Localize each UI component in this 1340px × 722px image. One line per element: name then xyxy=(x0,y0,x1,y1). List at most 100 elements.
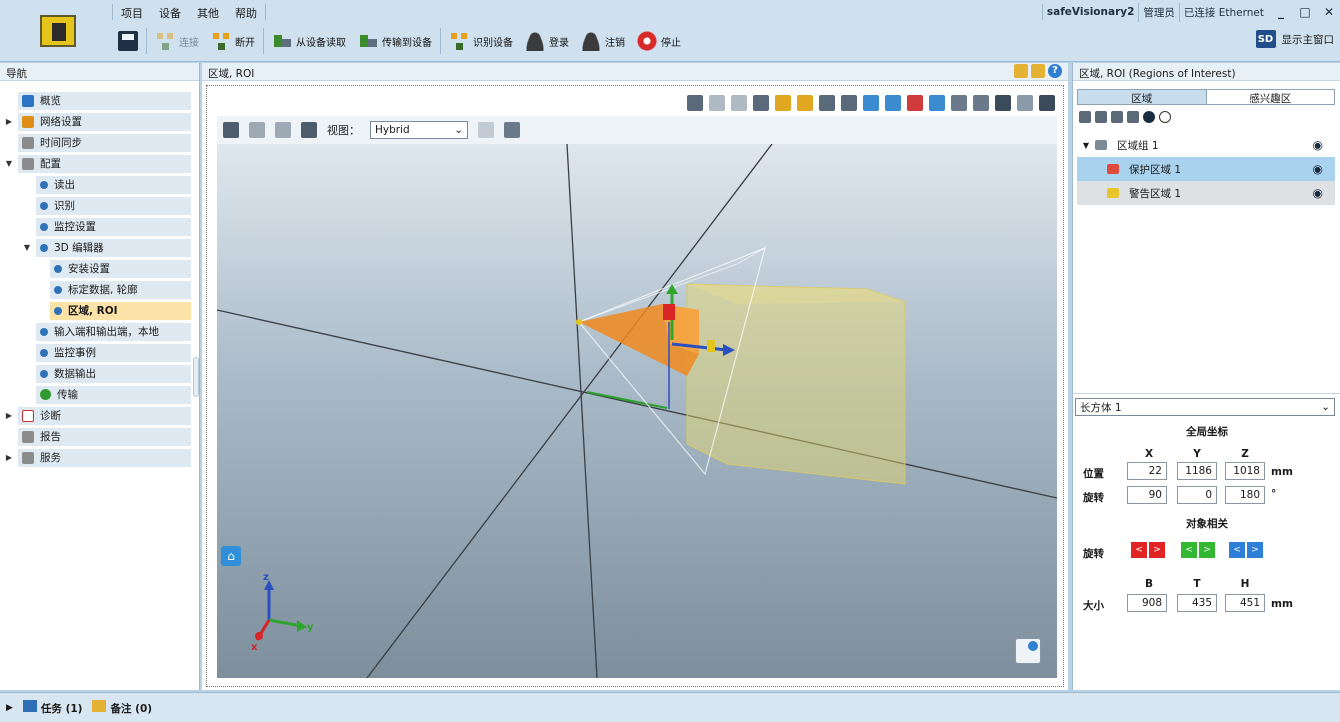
disconnect-button[interactable]: 断开 xyxy=(205,31,261,51)
maximize-button[interactable]: □ xyxy=(1294,3,1316,21)
rotate-z-right-button[interactable]: > xyxy=(1247,542,1263,558)
visibility-icon[interactable] xyxy=(1143,111,1155,123)
paint-2-icon[interactable] xyxy=(973,95,989,111)
login-button[interactable]: 登录 xyxy=(519,31,575,51)
rotate-x-right-button[interactable]: > xyxy=(1149,542,1165,558)
align-icon[interactable] xyxy=(863,95,879,111)
add-field-icon[interactable] xyxy=(1095,111,1107,123)
menu-other[interactable]: 其他 xyxy=(189,2,227,22)
nav-item-network[interactable]: ▶ 网络设置 xyxy=(0,112,191,131)
delete-icon[interactable] xyxy=(1127,111,1139,123)
transform-icon[interactable] xyxy=(907,95,923,111)
nav-item-data-output[interactable]: 数据输出 xyxy=(0,364,191,383)
show-main-window-button[interactable]: SD 显示主窗口 xyxy=(1255,30,1334,48)
expand-icon[interactable]: ▶ xyxy=(0,117,18,126)
align-2-icon[interactable] xyxy=(885,95,901,111)
tree-item-group[interactable]: ▼ 区域组 1 ◉ xyxy=(1077,133,1335,157)
expand-icon[interactable]: ▶ xyxy=(0,411,18,420)
tree-item-warning-field[interactable]: 警告区域 1 ◉ xyxy=(1077,181,1335,205)
rotate-icon[interactable] xyxy=(275,122,291,138)
rotate-y-right-button[interactable]: > xyxy=(1199,542,1215,558)
position-y-input[interactable]: 1186 xyxy=(1177,462,1217,480)
nav-item-report[interactable]: 报告 xyxy=(0,427,191,446)
expand-icon[interactable]: ▶ xyxy=(0,453,18,462)
nav-item-identify[interactable]: 识别 xyxy=(0,196,191,215)
redo-icon[interactable] xyxy=(709,95,725,111)
rotation-y-input[interactable]: 0 xyxy=(1177,486,1217,504)
cube-view-icon[interactable] xyxy=(1017,95,1033,111)
eye-icon[interactable]: ◉ xyxy=(1313,162,1323,176)
tab-fields[interactable]: 区域 xyxy=(1078,90,1207,105)
rotate-x-left-button[interactable]: < xyxy=(1131,542,1147,558)
nav-item-transfer[interactable]: 传输 xyxy=(0,385,191,404)
info-cursor-button[interactable] xyxy=(1015,638,1041,664)
paint-icon[interactable] xyxy=(951,95,967,111)
nav-item-diagnostics[interactable]: ▶ 诊断 xyxy=(0,406,191,425)
tasks-button[interactable]: 任务 (1) xyxy=(22,699,82,716)
nav-item-installation[interactable]: 安装设置 xyxy=(0,259,191,278)
size-t-input[interactable]: 435 xyxy=(1177,594,1217,612)
rotation-z-input[interactable]: 180 xyxy=(1225,486,1265,504)
collapse-icon[interactable]: ▼ xyxy=(1077,141,1095,150)
pan-icon[interactable] xyxy=(249,122,265,138)
frame-icon[interactable] xyxy=(819,95,835,111)
camera-icon[interactable] xyxy=(1039,95,1055,111)
wrench-icon[interactable] xyxy=(753,95,769,111)
palette-icon[interactable] xyxy=(478,122,494,138)
nav-item-calibration[interactable]: 标定数据, 轮廓 xyxy=(0,280,191,299)
rotation-x-input[interactable]: 90 xyxy=(1127,486,1167,504)
minimize-button[interactable]: _ xyxy=(1270,3,1292,21)
transfer-to-device-button[interactable]: 传输到设备 xyxy=(352,31,438,51)
add-group-icon[interactable] xyxy=(1079,111,1091,123)
eye-icon[interactable]: ◉ xyxy=(1313,138,1323,152)
nav-item-service[interactable]: ▶ 服务 xyxy=(0,448,191,467)
panel-resize-handle[interactable] xyxy=(193,357,199,397)
nav-item-monitoring-settings[interactable]: 监控设置 xyxy=(0,217,191,236)
shape-select[interactable]: 长方体 1 ⌄ xyxy=(1075,398,1335,416)
note-edit-icon[interactable] xyxy=(1031,64,1045,78)
transform-2-icon[interactable] xyxy=(929,95,945,111)
expand-icon[interactable]: ▶ xyxy=(6,703,13,713)
stop-button[interactable]: 停止 xyxy=(631,31,687,51)
position-x-input[interactable]: 22 xyxy=(1127,462,1167,480)
read-from-device-button[interactable]: 从设备读取 xyxy=(266,31,352,51)
rotate-y-left-button[interactable]: < xyxy=(1181,542,1197,558)
zoom-icon[interactable] xyxy=(301,122,317,138)
identify-device-button[interactable]: 识别设备 xyxy=(443,31,519,51)
nav-item-overview[interactable]: 概览 xyxy=(0,91,191,110)
menu-device[interactable]: 设备 xyxy=(151,2,189,22)
collapse-icon[interactable]: ▼ xyxy=(0,159,18,168)
home-view-button[interactable]: ⌂ xyxy=(221,546,241,566)
nav-item-fields-roi[interactable]: 区域, ROI xyxy=(0,301,191,320)
position-z-input[interactable]: 1018 xyxy=(1225,462,1265,480)
tree-item-protective-field[interactable]: 保护区域 1 ◉ xyxy=(1077,157,1335,181)
undo-icon[interactable] xyxy=(687,95,703,111)
menu-help[interactable]: 帮助 xyxy=(227,2,265,22)
duplicate-icon[interactable] xyxy=(1111,111,1123,123)
note-icon[interactable] xyxy=(1014,64,1028,78)
logout-button[interactable]: 注销 xyxy=(575,31,631,51)
save-button[interactable] xyxy=(112,31,144,51)
nav-item-time-sync[interactable]: 时间同步 xyxy=(0,133,191,152)
view-select[interactable]: Hybrid ⌄ xyxy=(370,121,468,139)
add-field-2-icon[interactable] xyxy=(797,95,813,111)
rotate-z-left-button[interactable]: < xyxy=(1229,542,1245,558)
size-h-input[interactable]: 451 xyxy=(1225,594,1265,612)
nav-item-readout[interactable]: 读出 xyxy=(0,175,191,194)
select-icon[interactable] xyxy=(223,122,239,138)
help-icon[interactable]: ? xyxy=(1048,64,1062,78)
3d-viewport[interactable]: z y x ⌂ xyxy=(217,144,1057,678)
copy-icon[interactable] xyxy=(731,95,747,111)
solid-view-icon[interactable] xyxy=(995,95,1011,111)
notes-button[interactable]: 备注 (0) xyxy=(92,699,152,716)
collapse-icon[interactable]: ▼ xyxy=(18,243,36,252)
size-b-input[interactable]: 908 xyxy=(1127,594,1167,612)
help-icon[interactable] xyxy=(1159,111,1171,123)
add-field-icon[interactable] xyxy=(775,95,791,111)
nav-item-io-local[interactable]: 输入端和输出端，本地 xyxy=(0,322,191,341)
eye-icon[interactable]: ◉ xyxy=(1313,186,1323,200)
menu-project[interactable]: 项目 xyxy=(113,2,151,22)
nav-item-3d-editor[interactable]: ▼ 3D 编辑器 xyxy=(0,238,191,257)
list-icon[interactable] xyxy=(504,122,520,138)
nav-item-config[interactable]: ▼ 配置 xyxy=(0,154,191,173)
